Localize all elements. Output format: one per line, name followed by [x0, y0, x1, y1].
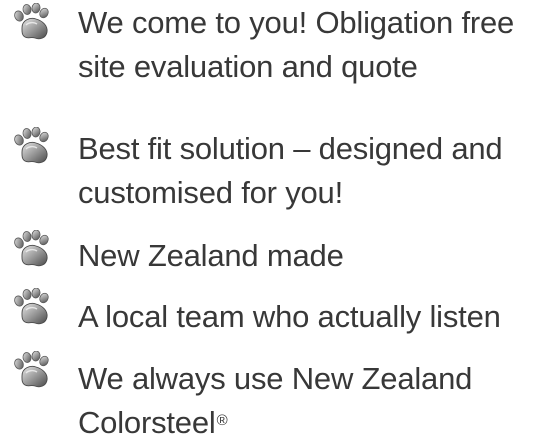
- feature-line: site evaluation and quote: [78, 49, 418, 84]
- feature-text: We always use New Zealand Colorsteel®: [78, 357, 538, 445]
- feature-text: Best fit solution – designed and customi…: [78, 127, 538, 215]
- feature-list: We come to you! Obligation free site eva…: [0, 0, 539, 442]
- paw-print-icon: [10, 127, 56, 167]
- feature-line: We always use New Zealand: [78, 361, 473, 396]
- feature-line: We come to you! Obligation free: [78, 5, 515, 40]
- paw-print-icon: [10, 3, 56, 43]
- feature-line: Colorsteel®: [78, 401, 538, 445]
- registered-trademark: ®: [216, 412, 228, 429]
- feature-line-text: Colorsteel: [78, 405, 216, 440]
- feature-text: New Zealand made: [78, 234, 538, 278]
- paw-print-icon: [10, 288, 56, 328]
- feature-text: We come to you! Obligation free site eva…: [78, 1, 538, 89]
- paw-print-icon: [10, 351, 56, 391]
- feature-line: customised for you!: [78, 175, 343, 210]
- paw-print-icon: [10, 230, 56, 270]
- feature-line: A local team who actually listen: [78, 299, 501, 334]
- feature-line: New Zealand made: [78, 238, 344, 273]
- feature-text: A local team who actually listen: [78, 295, 538, 339]
- feature-line: Best fit solution – designed and: [78, 131, 503, 166]
